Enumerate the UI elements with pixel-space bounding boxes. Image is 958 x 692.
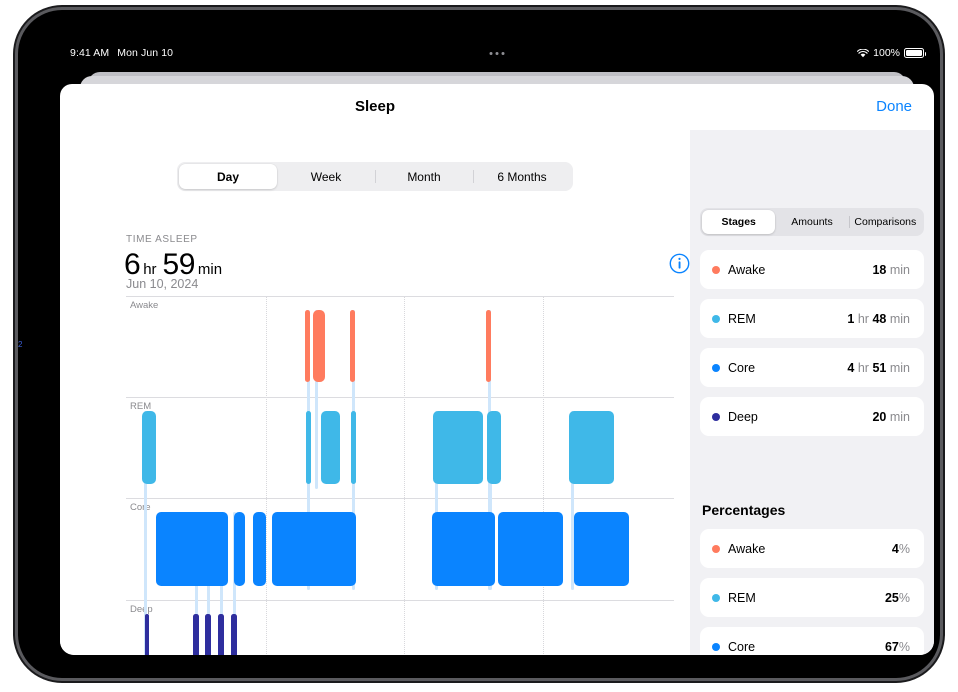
stage-color-dot bbox=[712, 314, 720, 323]
time-asleep-minutes-unit: min bbox=[197, 261, 223, 278]
chart-bar-core[interactable] bbox=[574, 512, 629, 586]
done-button[interactable]: Done bbox=[876, 98, 912, 115]
stages-pane: Stages Amounts Comparisons Percentages A… bbox=[690, 130, 934, 655]
stage-color-dot bbox=[712, 544, 720, 553]
stage-value: 18 min bbox=[872, 262, 910, 277]
navigation-bar: Sleep Done bbox=[60, 84, 934, 130]
stage-color-dot bbox=[712, 265, 720, 274]
chart-bar-rem[interactable] bbox=[351, 411, 356, 484]
chart-band-label-core: Core bbox=[130, 502, 151, 513]
chart-bar-rem[interactable] bbox=[569, 411, 614, 484]
page-title: Sleep bbox=[354, 98, 396, 115]
stage-card-core[interactable]: Core 4 hr 51 min bbox=[700, 348, 924, 387]
status-bar-left: 9:41 AM Mon Jun 10 bbox=[70, 47, 173, 59]
chart-bar-core[interactable] bbox=[498, 512, 563, 586]
chart-band-line bbox=[126, 296, 674, 297]
status-bar: 9:41 AM Mon Jun 10 100% bbox=[60, 42, 934, 68]
stage-value: 67% bbox=[884, 639, 910, 654]
ipad-screen: 9:41 AM Mon Jun 10 100% Sleep Done Day W… bbox=[60, 42, 934, 655]
stage-label: Awake bbox=[728, 262, 766, 277]
ipad-device-frame: 9:41 AM Mon Jun 10 100% Sleep Done Day W… bbox=[18, 10, 940, 678]
chart-gridline bbox=[543, 296, 545, 655]
chart-bar-rem[interactable] bbox=[433, 411, 483, 484]
tab-day[interactable]: Day bbox=[179, 164, 277, 189]
stage-label: REM bbox=[728, 311, 756, 326]
chart-bar-awake[interactable] bbox=[305, 310, 310, 382]
wifi-icon bbox=[857, 48, 870, 58]
battery-icon bbox=[904, 48, 926, 58]
chart-band-label-awake: Awake bbox=[130, 300, 159, 311]
chart-bar-rem[interactable] bbox=[487, 411, 501, 484]
stage-value: 1 hr 48 min bbox=[847, 311, 910, 326]
chart-gridline bbox=[404, 296, 406, 655]
stage-color-dot bbox=[712, 412, 720, 421]
chart-gridline bbox=[266, 296, 268, 655]
stage-label: Core bbox=[728, 639, 756, 654]
stage-card-awake[interactable]: Awake 18 min bbox=[700, 250, 924, 289]
more-dots-icon[interactable] bbox=[489, 52, 505, 55]
summary-date: Jun 10, 2024 bbox=[126, 277, 199, 291]
stage-value: 20 min bbox=[872, 409, 910, 424]
stage-value: 4% bbox=[891, 541, 910, 556]
tab-week[interactable]: Week bbox=[277, 164, 375, 189]
stage-card-rem-percent[interactable]: REM 25% bbox=[700, 578, 924, 617]
sleep-stages-chart: Awake REM Core Deep bbox=[126, 296, 674, 655]
battery-percent: 100% bbox=[873, 47, 900, 59]
tab-amounts[interactable]: Amounts bbox=[775, 210, 848, 234]
chart-band-line bbox=[126, 498, 674, 499]
chart-bar-rem[interactable] bbox=[306, 411, 311, 484]
chart-bar-core[interactable] bbox=[272, 512, 356, 586]
chart-bar-core[interactable] bbox=[432, 512, 495, 586]
stage-value: 4 hr 51 min bbox=[847, 360, 910, 375]
tab-stages[interactable]: Stages bbox=[702, 210, 776, 234]
chart-bar-awake[interactable] bbox=[486, 310, 491, 382]
chart-bar-rem[interactable] bbox=[321, 411, 340, 484]
info-circle-icon[interactable] bbox=[669, 253, 690, 274]
stage-card-core-percent[interactable]: Core 67% bbox=[700, 627, 924, 655]
chart-bar-core[interactable] bbox=[253, 512, 266, 586]
status-time: 9:41 AM bbox=[70, 47, 110, 59]
stage-card-deep[interactable]: Deep 20 min bbox=[700, 397, 924, 436]
stage-color-dot bbox=[712, 363, 720, 372]
chart-bar-deep[interactable] bbox=[205, 614, 211, 655]
stage-card-rem[interactable]: REM 1 hr 48 min bbox=[700, 299, 924, 338]
chart-bar-awake[interactable] bbox=[350, 310, 355, 382]
chart-bar-deep[interactable] bbox=[193, 614, 199, 655]
stage-label: REM bbox=[728, 590, 756, 605]
chart-bar-deep[interactable] bbox=[231, 614, 237, 655]
time-range-segmented-control[interactable]: Day Week Month 6 Months bbox=[177, 162, 573, 191]
chart-bar-deep[interactable] bbox=[145, 614, 149, 655]
stage-mode-segmented-control[interactable]: Stages Amounts Comparisons bbox=[700, 208, 924, 236]
tab-6-months[interactable]: 6 Months bbox=[473, 164, 571, 189]
stage-card-awake-percent[interactable]: Awake 4% bbox=[700, 529, 924, 568]
stage-value: 25% bbox=[884, 590, 910, 605]
chart-bar-rem[interactable] bbox=[142, 411, 156, 484]
chart-bar-awake[interactable] bbox=[313, 310, 325, 382]
chart-band-line bbox=[126, 397, 674, 398]
stage-label: Deep bbox=[728, 409, 758, 424]
time-asleep-label: TIME ASLEEP bbox=[126, 234, 198, 245]
stage-label: Awake bbox=[728, 541, 766, 556]
time-asleep-hours-unit: hr bbox=[143, 261, 157, 278]
status-bar-right: 100% bbox=[857, 47, 926, 59]
stage-color-dot bbox=[712, 593, 720, 602]
stage-color-dot bbox=[712, 642, 720, 651]
chart-bar-core[interactable] bbox=[234, 512, 245, 586]
tab-month[interactable]: Month bbox=[375, 164, 473, 189]
sleep-detail-sheet: Sleep Done Day Week Month 6 Months TIME … bbox=[60, 84, 934, 655]
chart-bar-deep[interactable] bbox=[218, 614, 224, 655]
tab-comparisons[interactable]: Comparisons bbox=[848, 210, 922, 234]
stage-label: Core bbox=[728, 360, 756, 375]
edge-page-marker: 2 bbox=[18, 340, 23, 349]
chart-bar-core[interactable] bbox=[156, 512, 228, 586]
status-date: Mon Jun 10 bbox=[117, 47, 174, 59]
percentages-heading: Percentages bbox=[702, 502, 786, 518]
chart-band-label-deep: Deep bbox=[130, 604, 153, 615]
